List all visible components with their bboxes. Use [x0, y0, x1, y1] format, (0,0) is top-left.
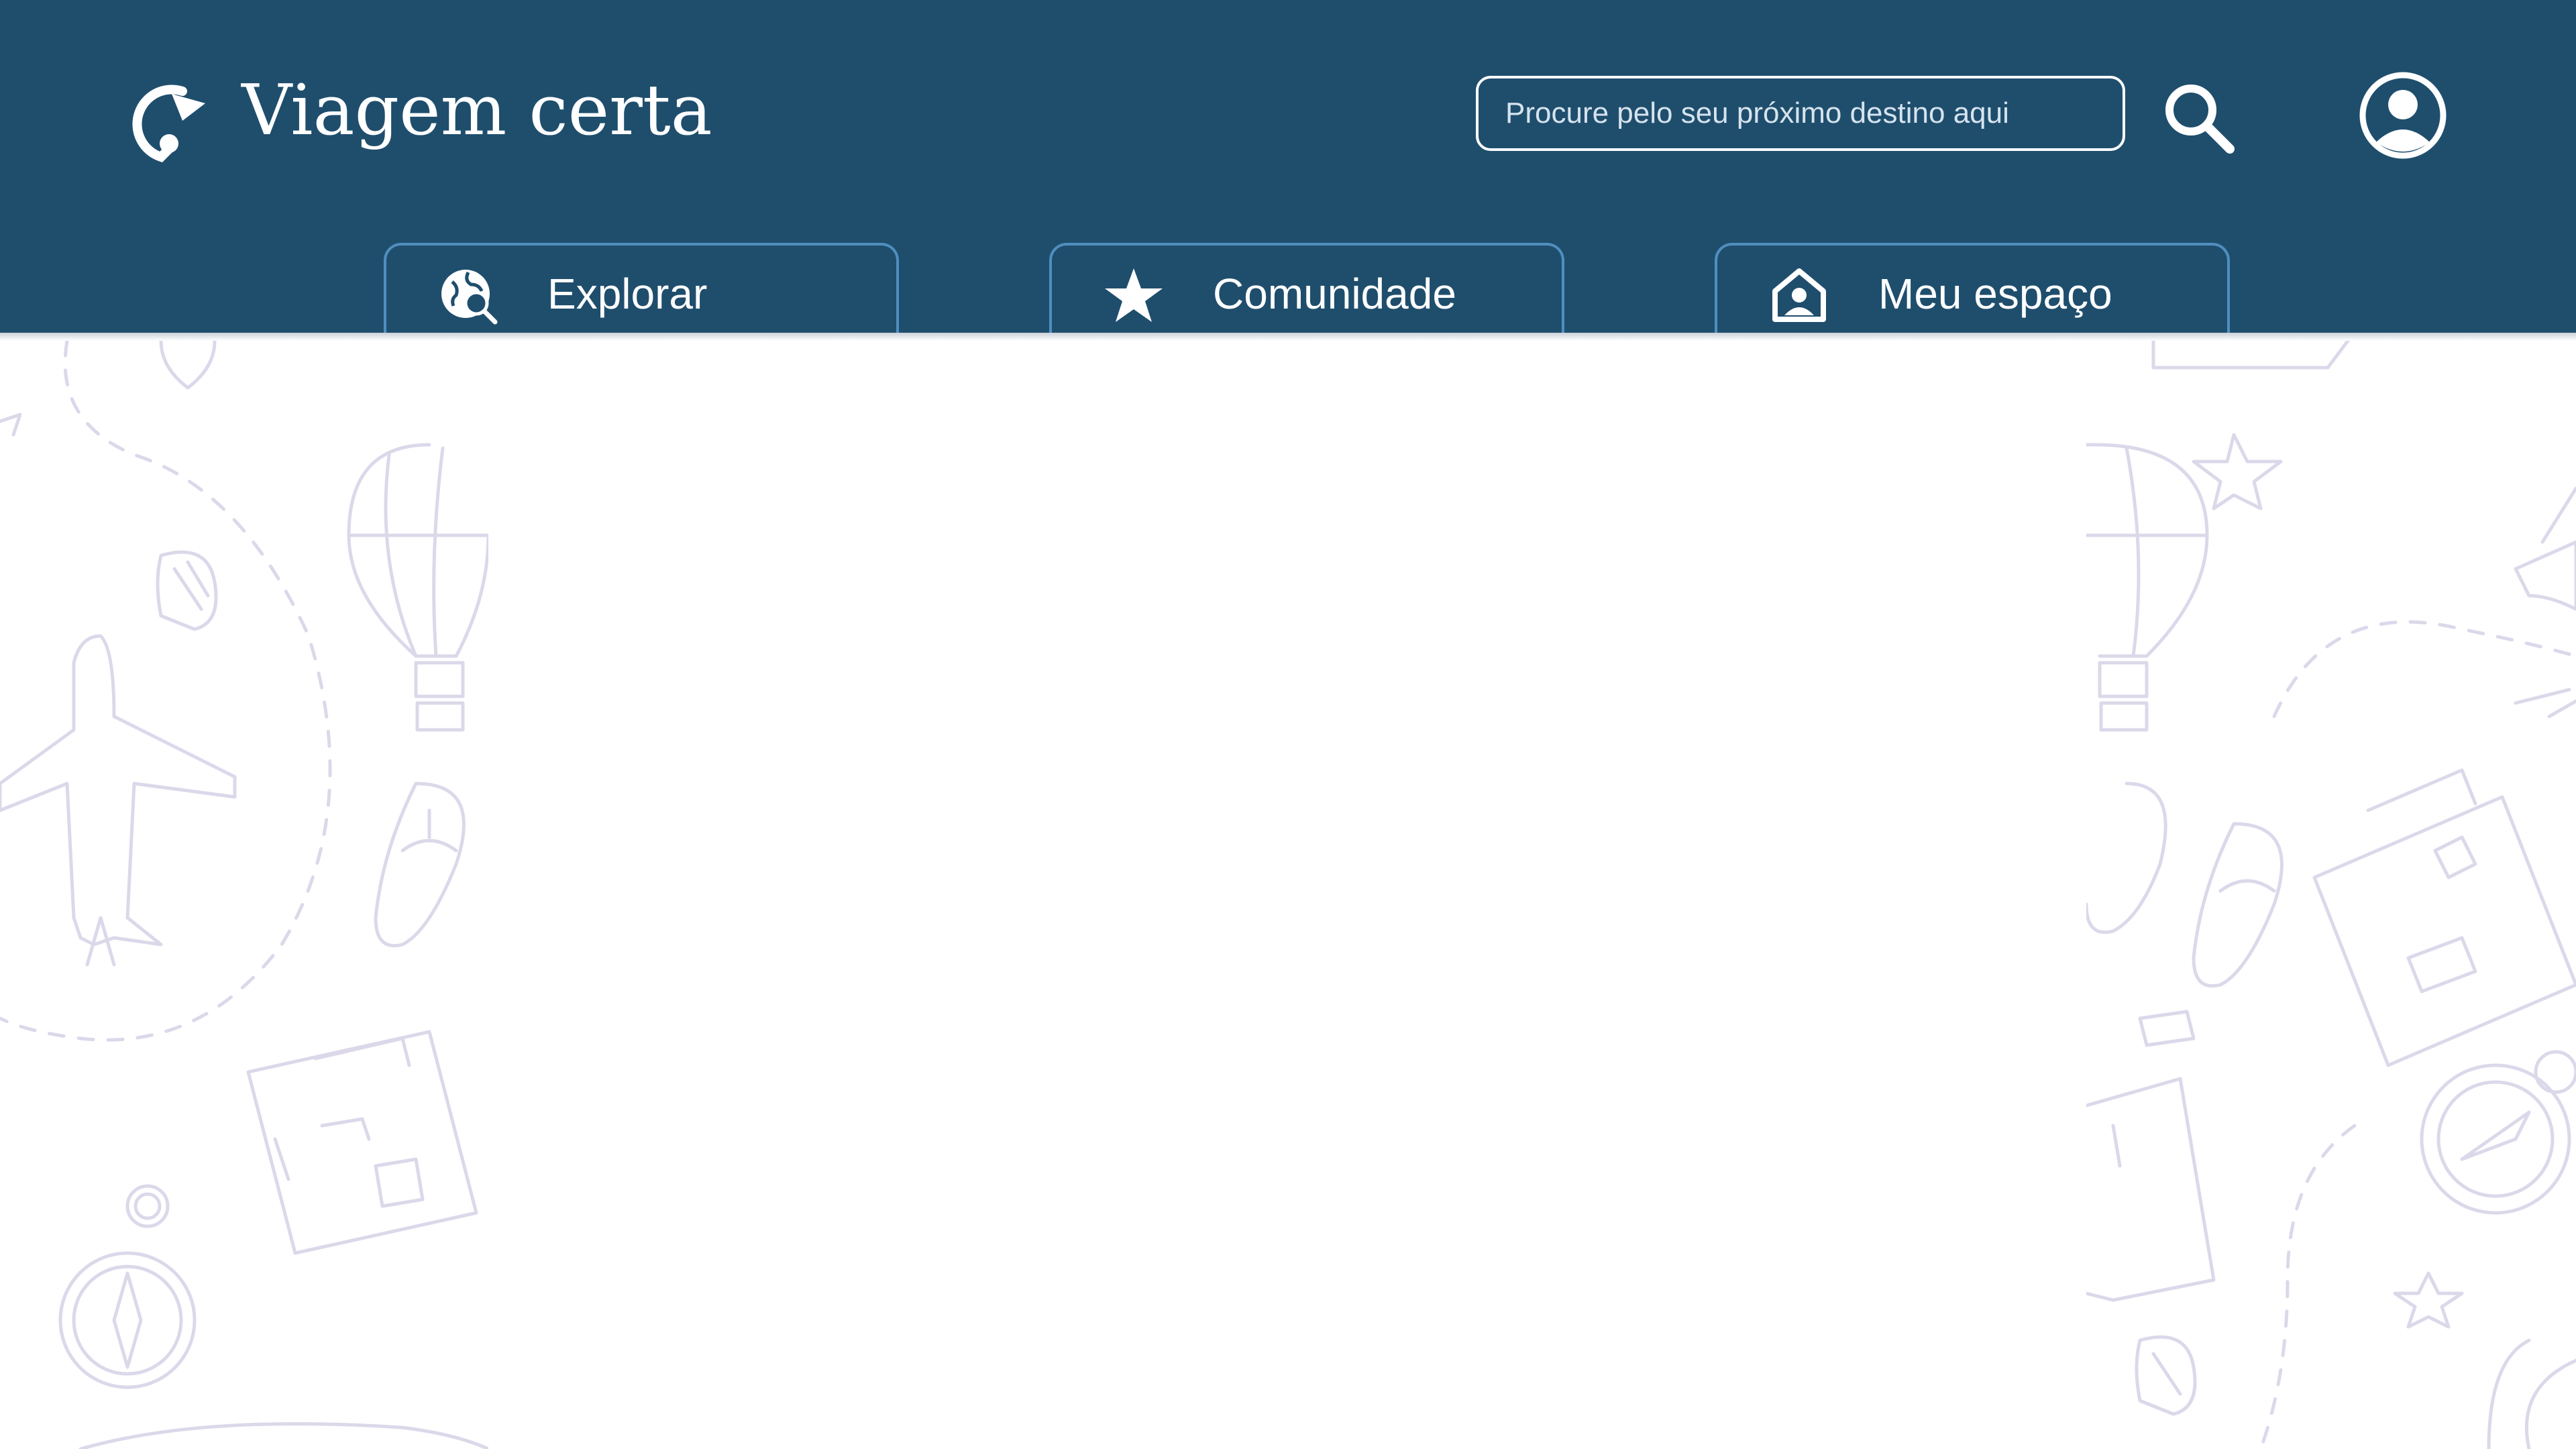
airplane-icon	[0, 634, 237, 967]
travel-doodle-pattern-left	[0, 341, 488, 1449]
suitcase-small-icon	[2086, 1010, 2216, 1302]
app-title[interactable]: Viagem certa	[241, 68, 712, 152]
star-doodle-icon	[2192, 433, 2464, 1329]
tab-label-explorar: Explorar	[547, 270, 708, 318]
compass-icon	[58, 1184, 197, 1389]
top-header: Viagem certa Explorar Comunidade Meu esp…	[0, 0, 2576, 333]
compass-icon	[2420, 1050, 2576, 1215]
pin-icon	[159, 341, 217, 390]
star-icon	[1105, 268, 1163, 322]
hot-air-balloon-icon	[347, 443, 488, 732]
flip-flops-icon	[374, 782, 466, 947]
search-input[interactable]	[1476, 76, 2125, 151]
home-user-icon	[1772, 268, 1826, 322]
suitcase-icon	[246, 1030, 478, 1255]
globe-search-icon	[441, 270, 498, 325]
seashell-icon	[2135, 1335, 2197, 1416]
header-shadow	[0, 333, 2576, 341]
search-icon[interactable]	[2160, 79, 2238, 157]
tab-label-comunidade: Comunidade	[1213, 270, 1456, 318]
tab-explorar[interactable]: Explorar	[384, 243, 899, 333]
seashell-icon	[156, 550, 218, 631]
hot-air-balloon-icon	[2086, 443, 2209, 732]
suitcase-icon	[2312, 688, 2576, 1067]
tab-comunidade[interactable]: Comunidade	[1049, 243, 1564, 333]
account-circle-icon[interactable]	[2357, 70, 2449, 161]
tab-meu-espaco[interactable]: Meu espaço	[1715, 243, 2230, 333]
location-refresh-icon[interactable]	[107, 64, 215, 172]
tab-label-meu-espaco: Meu espaço	[1878, 270, 2112, 318]
flip-flops-icon	[2086, 782, 2284, 987]
star-doodle-icon	[0, 413, 22, 437]
travel-doodle-pattern-right	[2086, 341, 2576, 1449]
